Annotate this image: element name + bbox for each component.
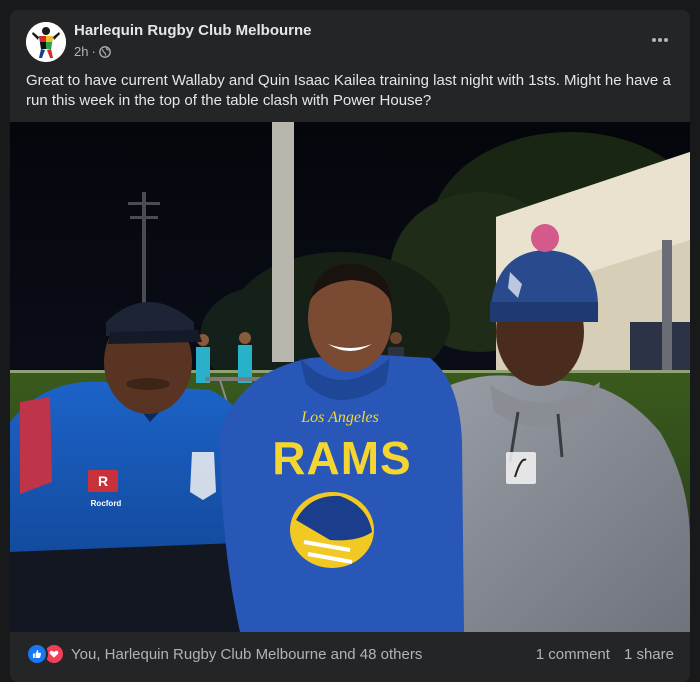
more-options-button[interactable] <box>646 28 674 52</box>
shares-count-link[interactable]: 1 share <box>624 646 674 663</box>
harlequin-logo-icon <box>26 22 66 62</box>
comments-count-link[interactable]: 1 comment <box>536 646 610 663</box>
reactions-summary[interactable]: You, Harlequin Rugby Club Melbourne and … <box>26 632 422 676</box>
team-photo-image: R Rocford Los Angeles RAMS <box>10 122 690 632</box>
post-timestamp[interactable]: 2h <box>74 44 88 59</box>
post-meta: 2h · <box>74 44 111 59</box>
globe-icon[interactable] <box>98 45 111 58</box>
post-card: Harlequin Rugby Club Melbourne 2h · Grea… <box>10 10 690 682</box>
jacket-badge-text: Rocford <box>91 499 122 508</box>
reactions-text[interactable]: You, Harlequin Rugby Club Melbourne and … <box>71 646 422 663</box>
post-photo[interactable]: R Rocford Los Angeles RAMS <box>10 122 690 632</box>
post-header: Harlequin Rugby Club Melbourne 2h · <box>10 10 690 70</box>
svg-text:R: R <box>98 473 108 489</box>
meta-separator: · <box>91 44 96 59</box>
like-icon <box>26 643 48 665</box>
post-footer: You, Harlequin Rugby Club Melbourne and … <box>10 632 690 682</box>
more-options-icon <box>652 38 668 42</box>
engagement-counts: 1 comment 1 share <box>536 632 674 676</box>
page-name-link[interactable]: Harlequin Rugby Club Melbourne <box>74 22 312 39</box>
hoodie-script-text: Los Angeles <box>300 409 378 426</box>
page-avatar[interactable] <box>26 22 66 62</box>
hoodie-main-text: RAMS <box>272 432 411 484</box>
post-caption: Great to have current Wallaby and Quin I… <box>26 72 671 109</box>
